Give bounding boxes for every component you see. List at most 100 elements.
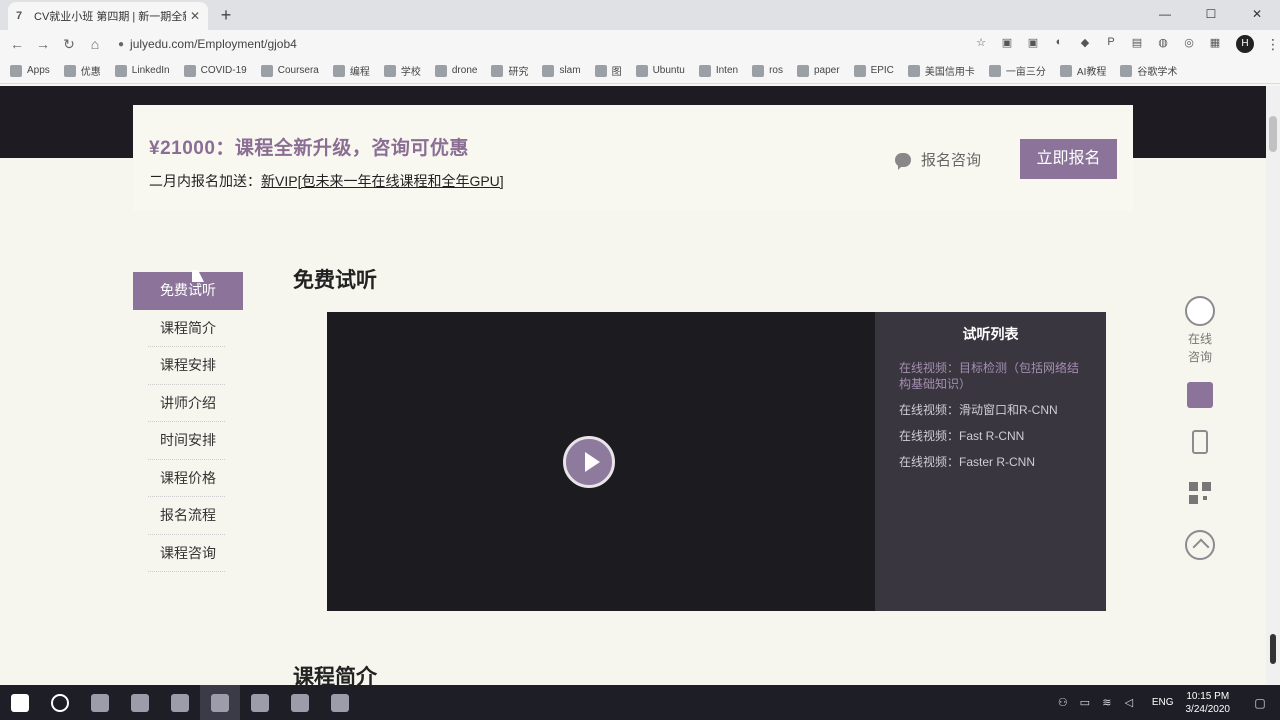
windows-start-icon[interactable] bbox=[0, 685, 40, 720]
language-indicator[interactable]: ENG bbox=[1152, 697, 1174, 708]
address-bar[interactable]: ● julyedu.com/Employment/gjob4 bbox=[118, 33, 948, 55]
bookmark-item[interactable]: Ubuntu bbox=[635, 64, 685, 77]
maximize-icon[interactable]: ☐ bbox=[1188, 0, 1234, 30]
bookmark-item[interactable]: ros bbox=[752, 64, 783, 77]
extension-icon[interactable]: ▣ bbox=[1021, 36, 1045, 52]
bookmark-icon bbox=[1120, 64, 1133, 77]
app-icon[interactable] bbox=[280, 685, 320, 720]
bookmark-item[interactable]: drone bbox=[434, 64, 477, 77]
onenote-icon[interactable] bbox=[240, 685, 280, 720]
bookmark-item[interactable]: LinkedIn bbox=[114, 64, 170, 77]
app-icon[interactable] bbox=[320, 685, 360, 720]
bookmark-item[interactable]: Inten bbox=[698, 64, 738, 77]
bookmark-item[interactable]: 学校 bbox=[383, 63, 421, 78]
qr-code-icon bbox=[1189, 482, 1211, 504]
bookmark-item[interactable]: 优惠 bbox=[63, 63, 101, 78]
extension-icon[interactable]: ▤ bbox=[1125, 36, 1149, 52]
bookmark-item[interactable]: Apps bbox=[10, 64, 50, 77]
bookmark-label: 编程 bbox=[349, 67, 370, 78]
forward-icon[interactable]: → bbox=[30, 36, 56, 52]
extension-icon[interactable]: P bbox=[1099, 36, 1123, 52]
clock-date: 3/24/2020 bbox=[1185, 703, 1231, 715]
page-scrollbar[interactable] bbox=[1266, 86, 1280, 685]
promo-vip-link[interactable]: 新VIP[包未来一年在线课程和全年GPU] bbox=[261, 173, 504, 189]
bookmark-item[interactable]: slam bbox=[542, 64, 581, 77]
menu-icon[interactable]: ⋮ bbox=[1266, 36, 1280, 53]
video-player[interactable]: 试听列表 在线视频：目标检测（包括网络结构基础知识） 在线视频：滑动窗口和R-CN… bbox=[327, 312, 1106, 611]
browser-toolbar: ← → ↻ ⌂ ● julyedu.com/Employment/gjob4 ☆… bbox=[0, 30, 1280, 58]
bookmark-item[interactable]: paper bbox=[796, 64, 840, 77]
playlist-item[interactable]: 在线视频：滑动窗口和R-CNN bbox=[875, 402, 1106, 418]
nav-item[interactable]: 课程简介 bbox=[133, 310, 243, 348]
new-tab-button[interactable]: + bbox=[216, 5, 236, 26]
notification-icon[interactable]: ▢ bbox=[1240, 696, 1280, 710]
nav-item[interactable]: 讲师介绍 bbox=[133, 385, 243, 423]
task-view-icon[interactable] bbox=[80, 685, 120, 720]
people-icon[interactable]: ⚇ bbox=[1052, 696, 1074, 709]
bookmark-label: paper bbox=[813, 65, 840, 76]
home-icon[interactable]: ⌂ bbox=[82, 36, 108, 52]
nav-item[interactable]: 免费试听 bbox=[133, 272, 243, 310]
battery-icon[interactable]: ▭ bbox=[1074, 696, 1096, 709]
signup-button[interactable]: 立即报名 bbox=[1020, 139, 1117, 179]
close-window-icon[interactable]: ✕ bbox=[1234, 0, 1280, 30]
extension-icon[interactable]: ◍ bbox=[1151, 36, 1175, 52]
online-consult-button[interactable]: 在线 咨询 bbox=[1176, 296, 1224, 366]
search-circle-icon[interactable] bbox=[40, 685, 80, 720]
bookmark-label: Ubuntu bbox=[652, 65, 685, 76]
playlist-item[interactable]: 在线视频：Faster R-CNN bbox=[875, 454, 1106, 470]
playlist-item[interactable]: 在线视频：目标检测（包括网络结构基础知识） bbox=[875, 360, 1106, 392]
wifi-icon[interactable]: ≋ bbox=[1096, 696, 1118, 709]
bookmark-item[interactable]: 美国信用卡 bbox=[907, 63, 975, 78]
nav-item[interactable]: 课程价格 bbox=[133, 460, 243, 498]
edge-icon[interactable] bbox=[160, 685, 200, 720]
nav-item[interactable]: 课程安排 bbox=[133, 347, 243, 385]
scrollbar-thumb[interactable] bbox=[1269, 116, 1277, 152]
chat-icon bbox=[895, 152, 911, 170]
reload-icon[interactable]: ↻ bbox=[56, 36, 82, 53]
browser-tab[interactable]: 7 CV就业小班 第四期 | 新一期全新 ✕ bbox=[8, 2, 208, 30]
bookmark-item[interactable]: 图 bbox=[594, 63, 622, 78]
consult-link[interactable]: 报名咨询 bbox=[895, 149, 981, 170]
gift-button[interactable] bbox=[1176, 382, 1224, 408]
nav-item[interactable]: 时间安排 bbox=[133, 422, 243, 460]
bookmark-item[interactable]: AI教程 bbox=[1059, 63, 1106, 78]
bookmark-item[interactable]: 研究 bbox=[491, 63, 528, 78]
taskbar-clock[interactable]: 10:15 PM 3/24/2020 bbox=[1186, 690, 1231, 716]
promo-title: ¥21000：课程全新升级，咨询可优惠 bbox=[149, 138, 469, 159]
qr-code-button[interactable] bbox=[1176, 482, 1224, 504]
profile-avatar[interactable]: H bbox=[1236, 35, 1254, 53]
bookmark-item[interactable]: EPIC bbox=[853, 64, 894, 77]
minimize-icon[interactable]: — bbox=[1142, 0, 1188, 30]
extension-icon[interactable]: ▣ bbox=[995, 36, 1019, 52]
mobile-button[interactable] bbox=[1176, 430, 1224, 454]
back-to-top-button[interactable] bbox=[1176, 530, 1224, 560]
extension-icon[interactable]: ◎ bbox=[1177, 36, 1201, 52]
play-icon[interactable] bbox=[563, 436, 615, 488]
back-icon[interactable]: ← bbox=[4, 36, 30, 52]
mouse-cursor bbox=[192, 270, 204, 282]
next-section-title: 课程简介 bbox=[293, 666, 377, 685]
bookmark-item[interactable]: Coursera bbox=[260, 64, 319, 77]
extension-icon[interactable]: ◐ bbox=[1047, 36, 1071, 52]
floating-toolbar: 在线 咨询 bbox=[1176, 296, 1224, 560]
close-tab-icon[interactable]: ✕ bbox=[190, 9, 200, 23]
bookmark-item[interactable]: 一亩三分 bbox=[988, 63, 1046, 78]
star-icon[interactable]: ☆ bbox=[969, 36, 993, 52]
bookmark-label: COVID-19 bbox=[200, 65, 247, 76]
bookmark-label: Coursera bbox=[277, 65, 319, 76]
extension-icon[interactable]: ▦ bbox=[1203, 36, 1227, 52]
bookmark-item[interactable]: COVID-19 bbox=[183, 64, 247, 77]
file-explorer-icon[interactable] bbox=[120, 685, 160, 720]
bookmark-item[interactable]: 谷歌学术 bbox=[1120, 63, 1177, 78]
extension-icon[interactable]: ◆ bbox=[1073, 36, 1097, 52]
playlist-panel: 试听列表 在线视频：目标检测（包括网络结构基础知识） 在线视频：滑动窗口和R-CN… bbox=[875, 312, 1106, 611]
playlist-item[interactable]: 在线视频：Fast R-CNN bbox=[875, 428, 1106, 444]
nav-item[interactable]: 报名流程 bbox=[133, 497, 243, 535]
windows-taskbar: ⚇ ▭ ≋ ◁ ENG 10:15 PM 3/24/2020 ▢ bbox=[0, 685, 1280, 720]
bookmark-item[interactable]: 编程 bbox=[332, 63, 370, 78]
nav-item[interactable]: 课程咨询 bbox=[133, 535, 243, 573]
bookmark-icon bbox=[698, 64, 711, 77]
chrome-icon[interactable] bbox=[200, 685, 240, 720]
volume-icon[interactable]: ◁ bbox=[1118, 696, 1140, 709]
